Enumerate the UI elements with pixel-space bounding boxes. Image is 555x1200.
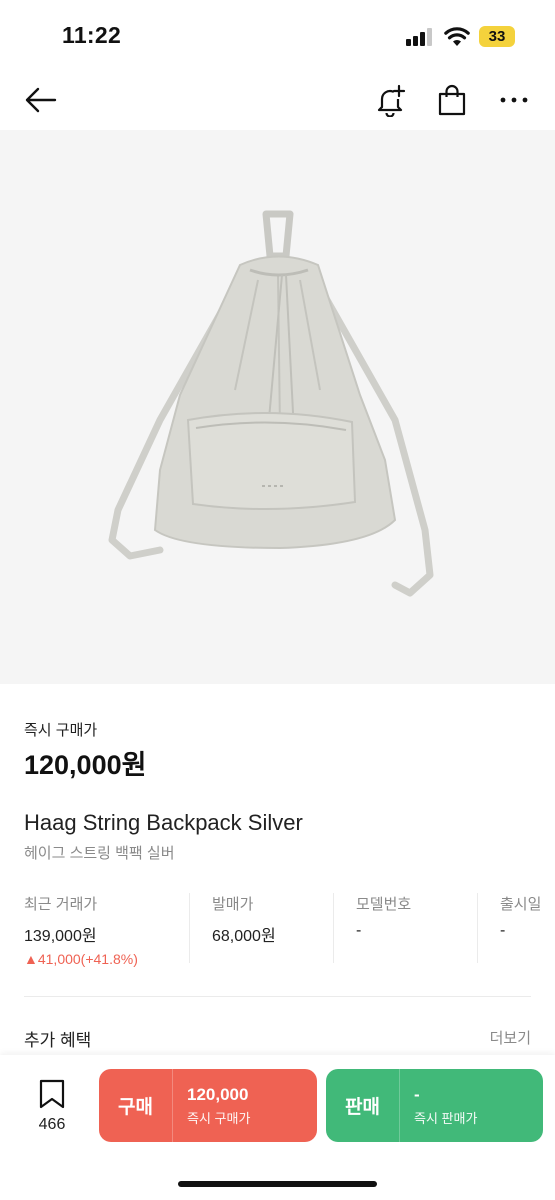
status-bar: 11:22 33 xyxy=(0,0,555,70)
stat-label: 출시일 xyxy=(500,896,542,913)
product-name: Haag String Backpack Silver xyxy=(24,810,303,835)
shopping-bag-icon xyxy=(438,84,466,116)
bottom-action-bar: 466 구매 120,000 즉시 구매가 판매 - 즉시 판매가 xyxy=(0,1055,555,1200)
top-navigation xyxy=(0,70,555,130)
stat-label: 모델번호 xyxy=(356,896,412,913)
more-horizontal-icon xyxy=(500,97,528,103)
stat-label: 발매가 xyxy=(212,896,254,913)
cellular-signal-icon xyxy=(406,28,434,46)
sell-button[interactable]: 판매 - 즉시 판매가 xyxy=(326,1069,543,1142)
divider xyxy=(333,893,334,963)
product-name-korean: 헤이그 스트링 백팩 실버 xyxy=(24,845,175,862)
stat-value: 139,000원 xyxy=(24,928,97,945)
buy-button[interactable]: 구매 120,000 즉시 구매가 xyxy=(99,1069,317,1142)
stat-value: - xyxy=(500,922,506,939)
price-alert-button[interactable] xyxy=(370,80,410,120)
arrow-left-icon xyxy=(25,87,57,113)
divider xyxy=(24,996,531,997)
sell-label: 판매 xyxy=(326,1069,400,1142)
divider xyxy=(189,893,190,963)
instant-buy-price: 120,000원 xyxy=(24,750,147,780)
home-indicator xyxy=(178,1181,377,1187)
product-stats: 최근 거래가 139,000원 ▲41,000(+41.8%) 발매가 68,0… xyxy=(0,893,555,967)
buy-sub-label: 즉시 구매가 xyxy=(187,1110,251,1126)
divider xyxy=(477,893,478,963)
wifi-icon xyxy=(444,27,470,46)
sell-sub-label: 즉시 판매가 xyxy=(414,1110,478,1126)
stat-value: - xyxy=(356,922,362,939)
battery-indicator: 33 xyxy=(479,26,515,47)
buy-label: 구매 xyxy=(99,1069,173,1142)
more-options-button[interactable] xyxy=(494,80,534,120)
stat-label: 최근 거래가 xyxy=(24,896,98,913)
sell-price: - xyxy=(414,1084,420,1104)
status-time: 11:22 xyxy=(62,22,122,48)
wishlist-button[interactable]: 466 xyxy=(30,1079,74,1133)
bookmark-icon xyxy=(39,1079,65,1109)
stat-model-number: 모델번호 - xyxy=(356,893,411,965)
shopping-bag-button[interactable] xyxy=(432,80,472,120)
wishlist-count: 466 xyxy=(38,1116,66,1133)
stat-recent-trade: 최근 거래가 139,000원 ▲41,000(+41.8%) xyxy=(24,893,138,967)
benefits-more-link[interactable]: 더보기 xyxy=(490,1027,531,1048)
product-image[interactable] xyxy=(0,130,555,684)
price-change: ▲41,000(+41.8%) xyxy=(24,951,138,967)
buy-price: 120,000 xyxy=(187,1084,249,1104)
benefits-title: 추가 혜택 xyxy=(24,1031,92,1050)
stat-value: 68,000원 xyxy=(212,928,276,945)
instant-buy-label: 즉시 구매가 xyxy=(24,722,98,739)
stat-release-date: 출시일 - xyxy=(500,893,541,965)
back-button[interactable] xyxy=(20,80,60,120)
stat-release-price: 발매가 68,000원 xyxy=(212,893,276,965)
bell-plus-icon xyxy=(377,84,406,117)
backpack-illustration xyxy=(108,210,434,597)
